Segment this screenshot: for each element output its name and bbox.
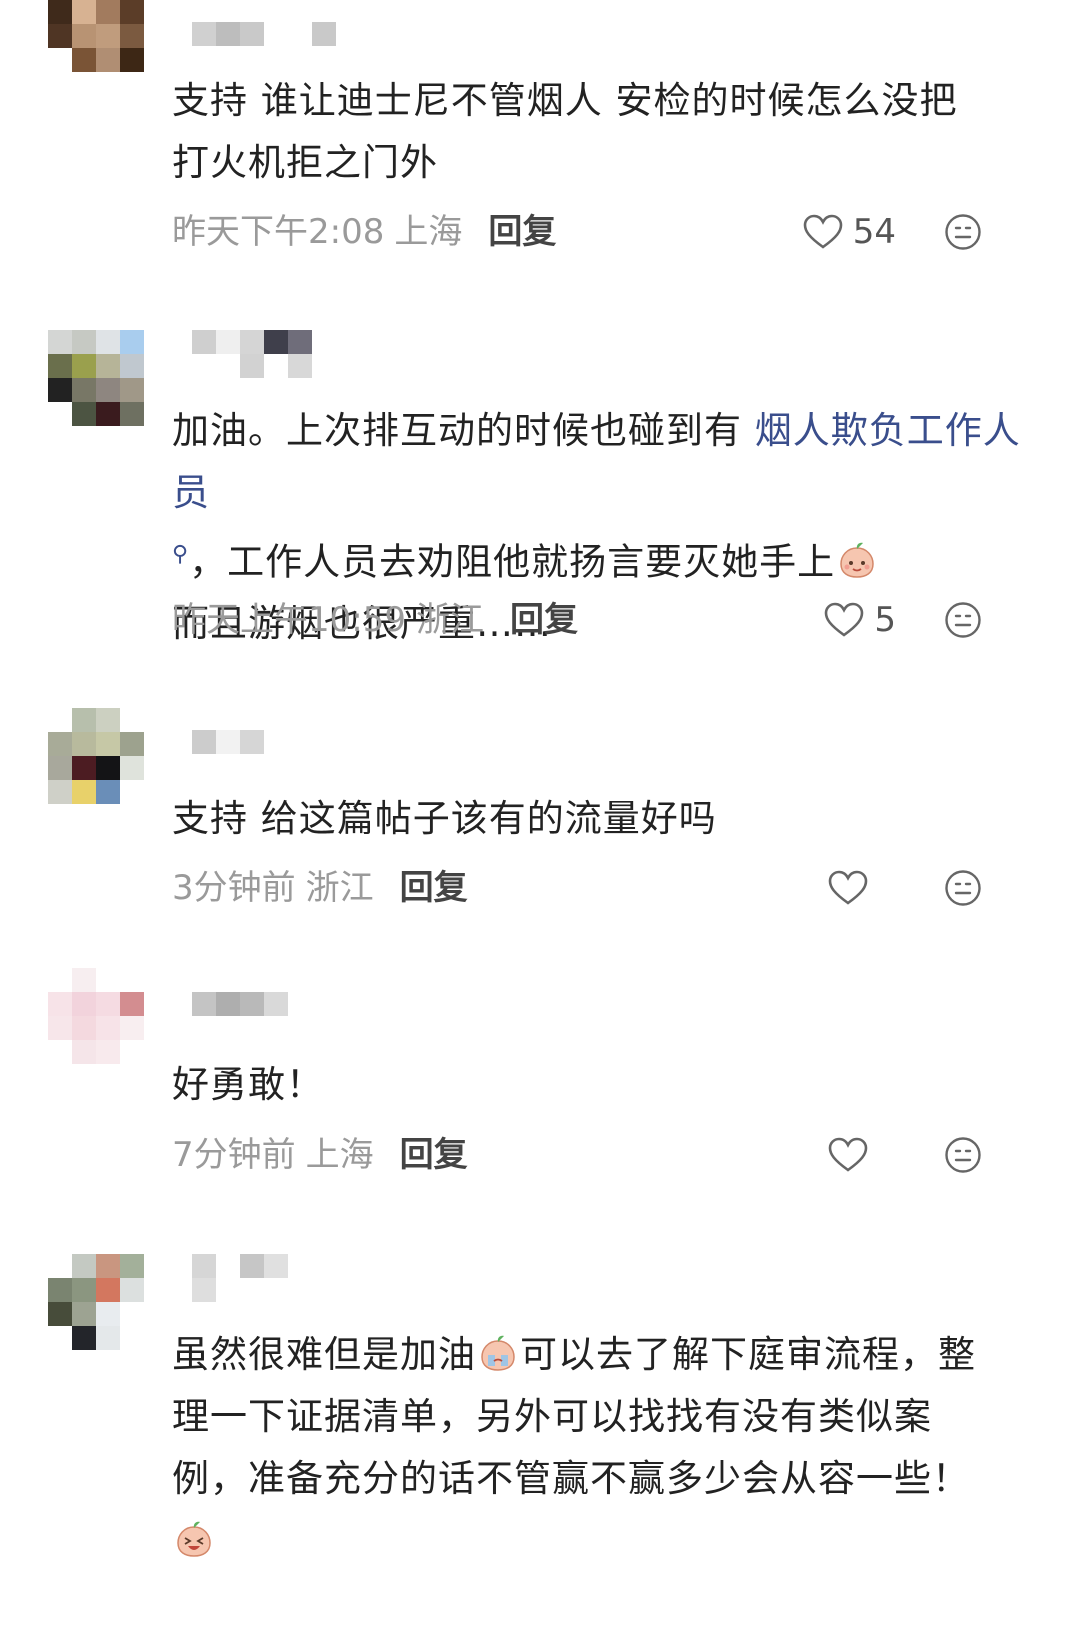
like-button[interactable] — [828, 1133, 868, 1177]
peach-laugh-emoji-icon — [174, 1519, 214, 1559]
avatar[interactable] — [48, 708, 144, 804]
comment-text: 好勇敢！ — [172, 1063, 324, 1106]
reply-button[interactable]: 回复 — [400, 868, 468, 908]
peach-crying-emoji-icon — [478, 1333, 518, 1373]
comment-location: 浙江 — [305, 868, 374, 908]
comment-meta: 昨天上午10:59 浙江 回复 — [172, 598, 578, 642]
emoji-face-icon[interactable] — [944, 213, 982, 251]
avatar[interactable] — [48, 0, 144, 96]
avatar[interactable] — [48, 1254, 144, 1350]
heart-outline-icon — [828, 870, 868, 905]
emoji-face-icon[interactable] — [944, 869, 982, 907]
search-icon: ⚲ — [172, 542, 190, 567]
comment-text: 支持 给这篇帖子该有的流量好吗 — [172, 797, 717, 840]
heart-outline-icon — [825, 602, 864, 637]
username-blurred[interactable] — [192, 330, 336, 390]
reply-button[interactable]: 回复 — [488, 212, 556, 252]
comment-time: 昨天上午10:59 — [172, 600, 406, 640]
heart-outline-icon — [803, 214, 843, 249]
emoji-face-icon[interactable] — [944, 601, 982, 639]
comment-time: 7分钟前 — [172, 1135, 296, 1175]
peach-emoji-icon — [837, 540, 877, 580]
comment-time: 3分钟前 — [172, 868, 296, 908]
like-button[interactable]: 5 — [824, 598, 896, 642]
heart-outline-icon — [828, 1137, 868, 1172]
emoji-face-icon[interactable] — [944, 1136, 982, 1174]
comment-text: 虽然很难但是加油 可以去了解下庭审流程，整 理一下证据清单，另外可以找找有没有类似… — [172, 1324, 1022, 1572]
comment-location: 上海 — [305, 1135, 374, 1175]
comment-text: 支持 谁让迪士尼不管烟人 安检的时候怎么没把 打火机拒之门外 — [172, 79, 958, 184]
avatar[interactable] — [48, 330, 144, 426]
reply-button[interactable]: 回复 — [510, 600, 578, 640]
username-blurred[interactable] — [192, 992, 336, 1052]
comment-meta: 昨天下午2:08 上海 回复 — [172, 210, 556, 254]
comment-location: 浙江 — [415, 600, 484, 640]
comment-location: 上海 — [394, 212, 463, 252]
username-blurred[interactable] — [192, 730, 336, 790]
username-blurred[interactable] — [192, 1254, 336, 1314]
comment-meta: 7分钟前 上海 回复 — [172, 1133, 468, 1177]
comment-meta: 3分钟前 浙江 回复 — [172, 866, 468, 910]
reply-button[interactable]: 回复 — [400, 1135, 468, 1175]
like-count: 54 — [852, 212, 896, 252]
comment-time: 昨天下午2:08 — [172, 212, 385, 252]
like-count: 5 — [874, 600, 896, 640]
like-button[interactable]: 54 — [803, 210, 896, 254]
avatar[interactable] — [48, 968, 144, 1064]
like-button[interactable] — [828, 866, 868, 910]
